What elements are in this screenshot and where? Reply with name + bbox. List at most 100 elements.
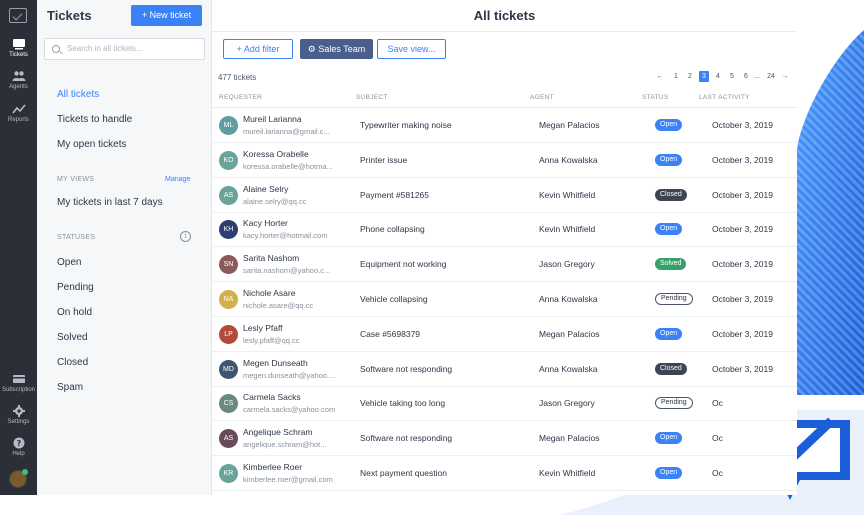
- status-badge: Open: [655, 223, 683, 236]
- rail-label: Help: [12, 451, 25, 457]
- requester-email: mureil.larianna@gmail.c...: [243, 127, 330, 136]
- rail-settings[interactable]: Settings: [0, 405, 37, 425]
- ticket-agent: Kevin Whitfield: [539, 468, 596, 478]
- table-row[interactable]: MD Megen Dunseath megen.dunseath@yahoo....…: [212, 352, 797, 387]
- column-header-subject[interactable]: SUBJECT: [356, 94, 388, 101]
- status-open[interactable]: Open: [57, 257, 81, 268]
- column-header-agent[interactable]: AGENT: [530, 94, 554, 101]
- table-row[interactable]: CS Carmela Sacks carmela.sacks@yahoo.com Ve…: [212, 386, 797, 422]
- column-header-requester[interactable]: REQUESTER: [219, 94, 262, 101]
- manage-views-link[interactable]: Manage: [165, 176, 190, 183]
- last-activity: October 3, 2019: [712, 363, 773, 374]
- last-activity: October 3, 2019: [712, 120, 773, 130]
- requester-name: Kimberlee Roer: [243, 462, 303, 472]
- status-badge: Solved: [655, 258, 687, 271]
- view-tickets-to-handle[interactable]: Tickets to handle: [57, 114, 132, 125]
- table-row[interactable]: AS Alaine Selry alaine.selry@qq.cc Payment …: [212, 178, 797, 213]
- status-closed[interactable]: Closed: [57, 357, 88, 368]
- table-row[interactable]: AS Angelique Schram angelique.schram@hot..…: [212, 421, 797, 457]
- ticket-subject[interactable]: Phone collapsing: [360, 224, 425, 234]
- rail-agents[interactable]: Agents: [0, 70, 37, 90]
- ticket-subject[interactable]: Software not responding: [360, 364, 452, 374]
- table-row[interactable]: KR Kimberlee Roer kimberlee.roer@gmail.com…: [212, 456, 797, 491]
- table-row[interactable]: NA Nichole Asare nichole.asare@qq.cc Vehicl…: [212, 282, 797, 317]
- ticket-subject[interactable]: Vehicle collapsing: [360, 294, 428, 304]
- last-activity: October 3, 2019: [712, 189, 773, 200]
- requester-name: Carmela Sacks: [243, 392, 301, 403]
- rail-label: Agents: [9, 84, 28, 90]
- save-view-button[interactable]: Save view...: [377, 39, 446, 59]
- column-header-status[interactable]: STATUS: [642, 94, 668, 101]
- status-badge: Closed: [655, 362, 687, 375]
- status-badge: Closed: [655, 188, 687, 201]
- requester-email: kimberlee.roer@gmail.com: [243, 475, 333, 484]
- ticket-agent: Anna Kowalska: [539, 154, 598, 165]
- ticket-subject[interactable]: Typewriter making noise: [360, 120, 452, 130]
- table-row[interactable]: KH Kacy Horter kacy.horter@hotmail.com Phon…: [212, 212, 797, 248]
- view-all-tickets[interactable]: All tickets: [57, 89, 99, 100]
- ticket-agent: Anna Kowalska: [539, 363, 598, 374]
- next-page-arrow-icon[interactable]: →: [780, 71, 790, 82]
- table-row[interactable]: SN Sarita Nashom sarita.nashom@yahoo.c... E…: [212, 247, 797, 283]
- user-avatar[interactable]: [9, 469, 28, 488]
- column-header-last-activity[interactable]: LAST ACTIVITY: [699, 94, 750, 101]
- tickets-icon: [12, 39, 25, 50]
- ticket-subject[interactable]: Equipment not working: [360, 259, 446, 269]
- app-logo-icon: [9, 8, 27, 23]
- status-badge: Open: [655, 119, 683, 131]
- page-1[interactable]: 1: [671, 71, 681, 82]
- avatar: KR: [219, 464, 238, 483]
- status-pending[interactable]: Pending: [57, 282, 94, 293]
- ticket-subject[interactable]: Payment #581265: [360, 190, 429, 200]
- ticket-subject[interactable]: Software not responding: [360, 433, 452, 443]
- requester-name: Mureil Larianna: [243, 114, 302, 124]
- last-activity: October 3, 2019: [712, 328, 773, 339]
- sales-team-filter-chip[interactable]: ⚙ Sales Team: [300, 39, 373, 59]
- ticket-subject[interactable]: Printer issue: [360, 155, 407, 165]
- ticket-subject[interactable]: Case #5698379: [360, 329, 420, 339]
- status-spam[interactable]: Spam: [57, 382, 83, 393]
- table-row[interactable]: LP Lesly Pfaff lesly.pfaff@qq.cc Case #5698…: [212, 317, 797, 352]
- page-24[interactable]: 24: [764, 71, 778, 82]
- avatar: MD: [219, 359, 238, 379]
- info-icon[interactable]: i: [180, 231, 191, 242]
- page-3-current[interactable]: 3: [699, 71, 709, 82]
- requester-name: Nichole Asare: [243, 288, 296, 298]
- last-activity: October 3, 2019: [712, 294, 773, 304]
- rail-tickets[interactable]: Tickets: [0, 38, 37, 58]
- view-my-tickets-last-7-days[interactable]: My tickets in last 7 days: [57, 197, 163, 208]
- table-row[interactable]: ML Mureil Larianna mureil.larianna@gmail.c…: [212, 108, 797, 143]
- page-5[interactable]: 5: [727, 71, 737, 82]
- requester-email: carmela.sacks@yahoo.com: [243, 405, 336, 415]
- requester-email: sarita.nashom@yahoo.c...: [243, 266, 331, 276]
- search-input[interactable]: Search in all tickets...: [44, 38, 205, 60]
- sales-team-label: Sales Team: [318, 44, 366, 54]
- status-on-hold[interactable]: On hold: [57, 307, 92, 318]
- rail-help[interactable]: ? Help: [0, 437, 37, 457]
- search-icon: [52, 45, 60, 53]
- page-6[interactable]: 6: [741, 71, 751, 82]
- page-4[interactable]: 4: [713, 71, 723, 82]
- add-filter-button[interactable]: + Add filter: [223, 39, 293, 59]
- svg-text:?: ?: [16, 439, 21, 448]
- rail-label: Subscription: [1, 387, 36, 393]
- requester-email: megen.dunseath@yahoo....: [243, 370, 336, 380]
- status-badge: Open: [655, 327, 683, 340]
- ticket-subject[interactable]: Next payment question: [360, 468, 447, 478]
- avatar: KH: [219, 220, 238, 240]
- rail-label: Tickets: [9, 52, 28, 58]
- page-2[interactable]: 2: [685, 71, 695, 82]
- avatar: SN: [219, 255, 238, 275]
- agents-icon: [12, 71, 25, 81]
- avatar: AS: [219, 185, 238, 205]
- new-ticket-button[interactable]: + New ticket: [131, 5, 202, 26]
- sidebar-title: Tickets: [47, 8, 92, 23]
- view-my-open-tickets[interactable]: My open tickets: [57, 139, 126, 150]
- divider: [212, 31, 797, 32]
- rail-subscription[interactable]: Subscription: [0, 373, 37, 393]
- table-row[interactable]: KO Koressa Orabelle koressa.orabelle@hotma…: [212, 143, 797, 178]
- rail-reports[interactable]: Reports: [0, 103, 37, 123]
- status-solved[interactable]: Solved: [57, 332, 88, 343]
- prev-page-arrow-icon[interactable]: ←: [655, 71, 665, 82]
- ticket-subject[interactable]: Vehicle taking too long: [360, 398, 445, 408]
